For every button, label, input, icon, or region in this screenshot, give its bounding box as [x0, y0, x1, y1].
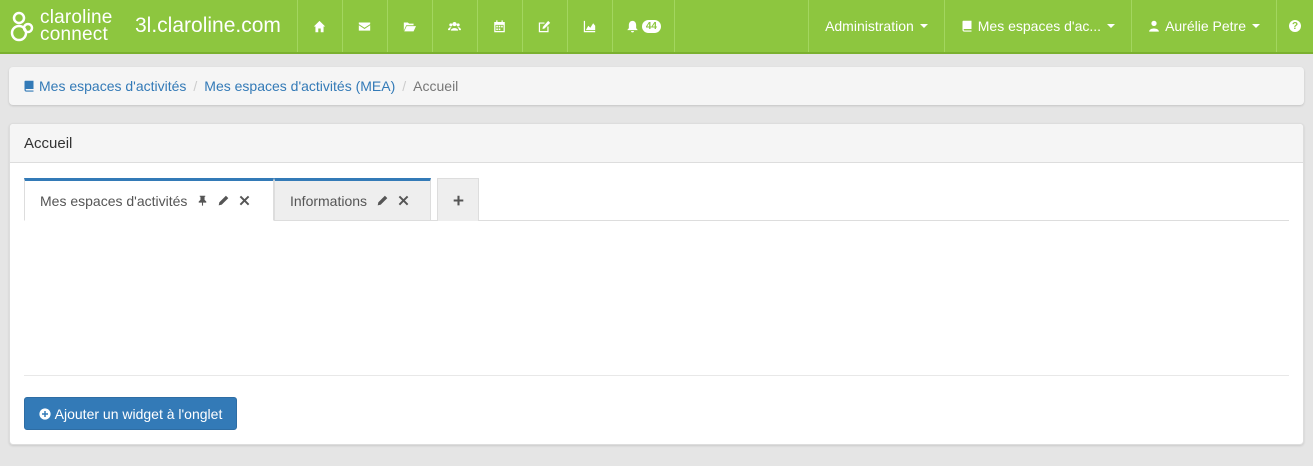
caret-down-icon	[919, 24, 928, 28]
administration-dropdown[interactable]: Administration	[809, 0, 945, 52]
breadcrumb-current: Accueil	[413, 78, 459, 94]
pin-icon[interactable]	[197, 195, 208, 206]
caret-down-icon	[1107, 24, 1116, 28]
messages-button[interactable]	[343, 0, 388, 52]
panel-title: Accueil	[10, 124, 1303, 163]
home-icon	[314, 20, 326, 32]
tab-label: Mes espaces d'activités	[40, 192, 188, 209]
agenda-button[interactable]	[478, 0, 523, 52]
community-button[interactable]	[433, 0, 478, 52]
resources-button[interactable]	[388, 0, 433, 52]
analytics-button[interactable]	[568, 0, 613, 52]
tab-mes-espaces[interactable]: Mes espaces d'activités	[24, 178, 274, 221]
breadcrumb: Mes espaces d'activités / Mes espaces d'…	[9, 67, 1304, 105]
breadcrumb-item-label: Mes espaces d'activités	[39, 78, 187, 94]
administration-label: Administration	[825, 18, 914, 34]
calendar-icon	[494, 19, 506, 32]
chart-icon	[584, 20, 596, 32]
add-widget-button[interactable]: Ajouter un widget à l'onglet	[24, 397, 237, 430]
claroline-logo[interactable]: claroline connect	[0, 0, 122, 52]
plus-icon	[453, 195, 463, 205]
logo-line2: connect	[40, 24, 108, 45]
folder-open-icon	[404, 21, 417, 31]
workspaces-label: Mes espaces d'ac...	[977, 18, 1102, 34]
top-navbar: claroline connect 3l.claroline.com 44 Ad…	[0, 0, 1313, 54]
tab-label: Informations	[290, 192, 368, 209]
notifications-badge: 44	[641, 19, 661, 33]
book-icon	[24, 80, 34, 92]
bell-icon	[627, 20, 638, 32]
home-panel: Accueil Mes espaces d'activités Informat…	[9, 123, 1304, 445]
tab-bar: Mes espaces d'activités Informations	[24, 178, 1289, 221]
breadcrumb-separator: /	[402, 78, 407, 94]
pencil-icon[interactable]	[377, 195, 388, 206]
breadcrumb-separator: /	[193, 78, 198, 94]
home-button[interactable]	[298, 0, 343, 52]
add-tab-button[interactable]	[437, 178, 479, 221]
help-button[interactable]: ?	[1277, 0, 1313, 52]
book-icon	[962, 20, 972, 32]
pencil-icon[interactable]	[218, 195, 229, 206]
envelope-icon	[359, 21, 371, 31]
users-icon	[448, 21, 462, 31]
breadcrumb-workspaces-link[interactable]: Mes espaces d'activités	[23, 78, 186, 94]
user-icon	[1149, 20, 1159, 32]
edit-icon	[539, 20, 551, 32]
user-dropdown[interactable]: Aurélie Petre	[1132, 0, 1277, 52]
notifications-button[interactable]: 44	[613, 0, 675, 52]
add-widget-label: Ajouter un widget à l'onglet	[54, 405, 223, 422]
breadcrumb-mea-link[interactable]: Mes espaces d'activités (MEA)	[204, 78, 395, 94]
plus-circle-icon	[39, 407, 51, 420]
user-name: Aurélie Petre	[1165, 18, 1246, 34]
site-name[interactable]: 3l.claroline.com	[122, 0, 298, 52]
close-icon[interactable]	[398, 195, 409, 206]
panel-divider	[24, 375, 1289, 376]
logo-icon	[8, 6, 38, 46]
edit-button[interactable]	[523, 0, 568, 52]
close-icon[interactable]	[239, 195, 250, 206]
caret-down-icon	[1252, 24, 1260, 28]
tab-informations[interactable]: Informations	[274, 178, 431, 221]
question-icon: ?	[1289, 20, 1301, 32]
workspaces-dropdown[interactable]: Mes espaces d'ac...	[945, 0, 1133, 52]
